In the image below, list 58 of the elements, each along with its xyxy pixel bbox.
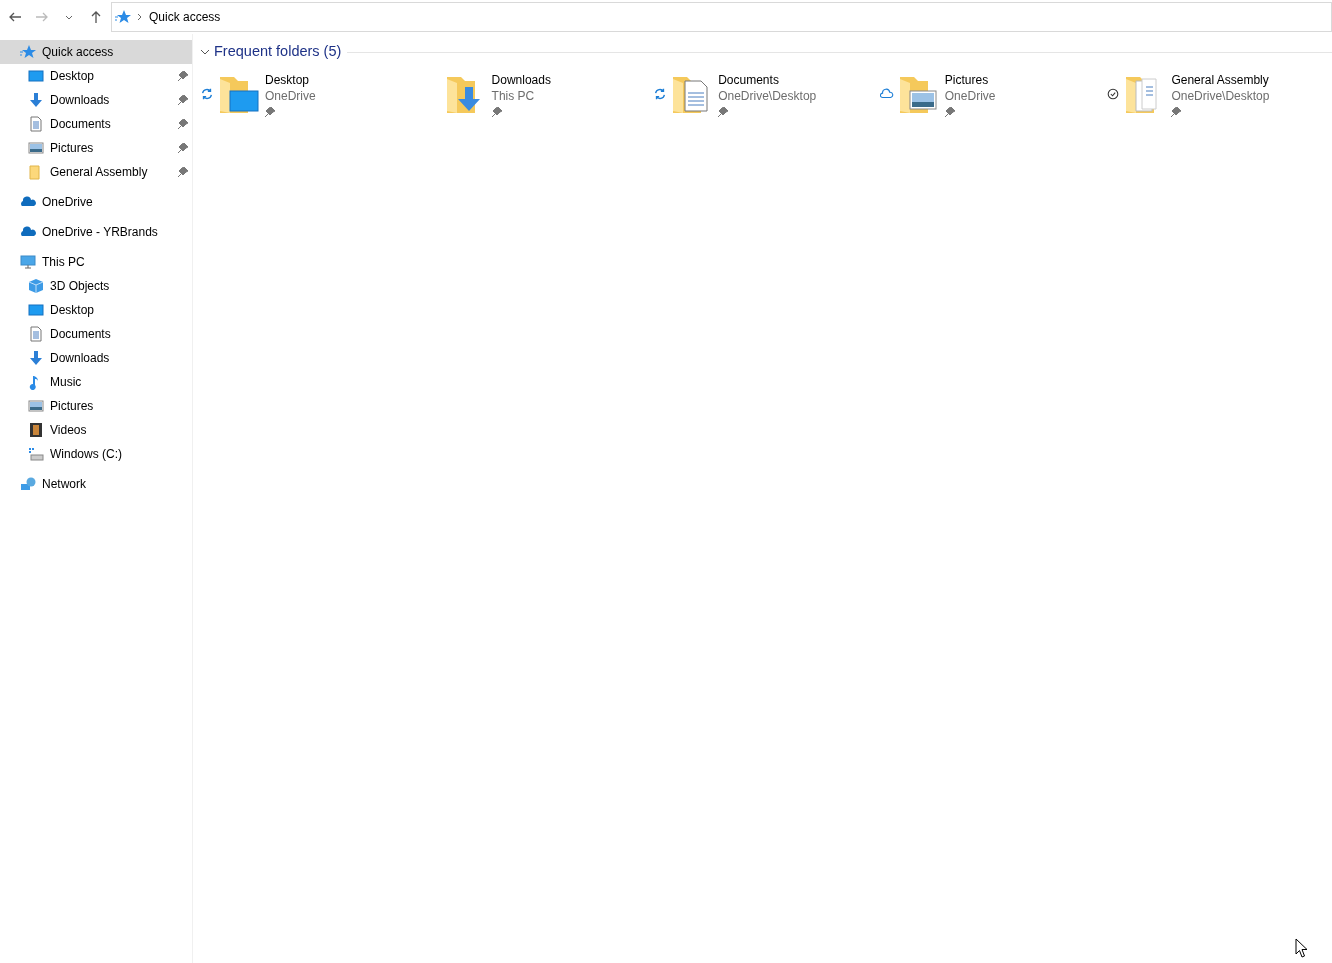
star-icon [20, 44, 36, 60]
folder-tile[interactable]: General Assembly OneDrive\Desktop [1105, 70, 1332, 118]
chevron-icon [137, 13, 143, 21]
picture-icon [28, 140, 44, 156]
tree-item[interactable]: Documents [0, 112, 192, 136]
pin-icon [178, 167, 188, 177]
folder-location: OneDrive\Desktop [718, 87, 817, 104]
section-header[interactable]: Frequent folders (5) [199, 40, 342, 64]
document-icon [28, 116, 44, 132]
tree-item[interactable]: Downloads [0, 88, 192, 112]
folder-tile[interactable]: Documents OneDrive\Desktop [652, 70, 879, 118]
tree-item[interactable]: This PC [0, 250, 192, 274]
address-path: Quick access [149, 9, 221, 26]
folder-name: Desktop [265, 71, 311, 88]
folder-location: OneDrive [944, 87, 996, 104]
folder-name: Documents [718, 71, 780, 88]
address-bar[interactable]: Quick access [111, 2, 1332, 32]
film-icon [28, 422, 44, 438]
folder-location: OneDrive [265, 87, 316, 104]
tree-item[interactable]: General Assembly [0, 160, 192, 184]
tree-item[interactable]: Windows (C:) [0, 442, 192, 466]
folder-tile[interactable]: Downloads This PC [425, 70, 653, 118]
document-icon [28, 326, 44, 342]
desktop-icon [28, 302, 44, 318]
tree-item[interactable]: Documents [0, 322, 192, 346]
folder-name: General Assembly [1171, 71, 1270, 88]
folder-tile[interactable]: Pictures OneDrive [878, 70, 1106, 118]
tree-item[interactable]: Desktop [0, 64, 192, 88]
tree-item[interactable]: Videos [0, 418, 192, 442]
tree-item[interactable]: Pictures [0, 136, 192, 160]
cube-icon [28, 278, 44, 294]
drive-icon [28, 446, 44, 462]
desktop-icon [28, 68, 44, 84]
network-icon [20, 476, 36, 492]
tree-item[interactable]: Network [0, 472, 192, 496]
tree-item[interactable]: 3D Objects [0, 274, 192, 298]
pin-icon [178, 119, 188, 129]
tree-item[interactable]: Music [0, 370, 192, 394]
download-arrow-icon [28, 92, 44, 108]
mouse-cursor-icon [1295, 938, 1309, 959]
tree-item[interactable]: OneDrive - YRBrands [0, 220, 192, 244]
folder-name: Downloads [491, 71, 551, 88]
tree-item[interactable]: OneDrive [0, 190, 192, 214]
picture-icon [28, 398, 44, 414]
tree-item[interactable]: Downloads [0, 346, 192, 370]
folder-name: Pictures [944, 71, 990, 88]
pin-icon [178, 143, 188, 153]
tree-item[interactable]: Quick access [0, 40, 192, 64]
star-icon [115, 9, 131, 25]
tree-item[interactable]: Pictures [0, 394, 192, 418]
monitor-icon [20, 254, 36, 270]
folder-location: OneDrive\Desktop [1171, 87, 1270, 104]
folder-tile[interactable]: Desktop OneDrive [199, 70, 426, 118]
download-arrow-icon [28, 350, 44, 366]
tree-item[interactable]: Desktop [0, 298, 192, 322]
pin-icon [178, 71, 188, 81]
pin-icon [178, 95, 188, 105]
folder-location: This PC [491, 87, 536, 104]
